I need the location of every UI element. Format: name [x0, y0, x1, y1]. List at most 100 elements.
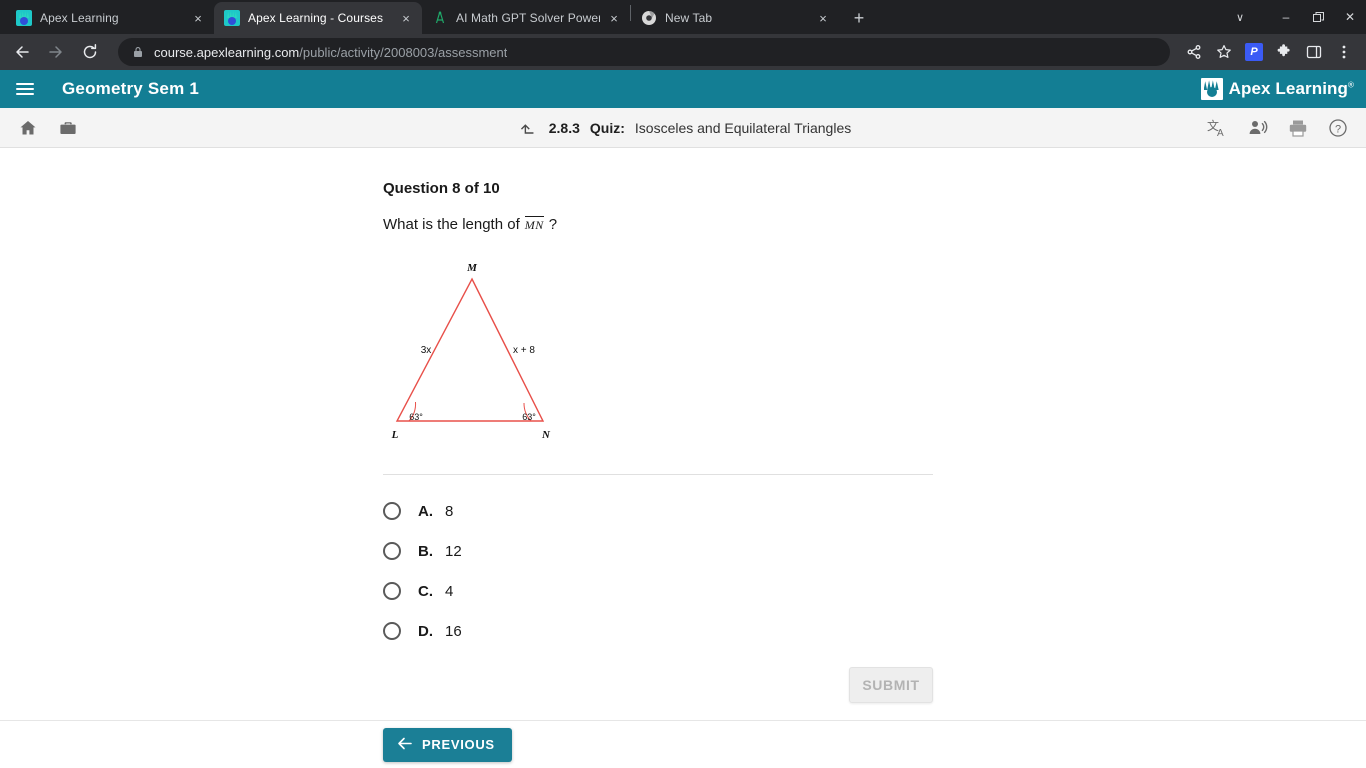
activity-breadcrumb: 2.8.3 Quiz: Isosceles and Equilateral Tr… [515, 116, 851, 140]
tab-close-icon[interactable]: × [190, 10, 206, 26]
question-prompt: What is the length of MN ? [383, 216, 933, 233]
activity-name: Isosceles and Equilateral Triangles [634, 119, 852, 136]
activity-bar-right-icons: 文A ? [1206, 116, 1350, 140]
question-container: Question 8 of 10 What is the length of M… [383, 148, 933, 703]
question-counter: Question 8 of 10 [383, 180, 500, 197]
activity-bar-left-icons [16, 116, 80, 140]
option-letter: A. [418, 502, 433, 520]
option-c[interactable]: C. 4 [383, 571, 933, 611]
assessment-nav-bar: PREVIOUS [0, 720, 1366, 768]
math-gpt-favicon [432, 10, 448, 26]
browser-tab[interactable]: AI Math GPT Solver Powered by × [422, 2, 630, 34]
option-text: 4 [445, 582, 454, 600]
apex-favicon [224, 10, 240, 26]
option-text: 8 [445, 502, 454, 520]
submit-button[interactable]: SUBMIT [849, 667, 933, 703]
address-bar[interactable]: course.apexlearning.com/public/activity/… [118, 38, 1170, 66]
bookmark-star-icon[interactable] [1210, 38, 1238, 66]
url-path: /public/activity/2008003/assessment [299, 44, 508, 60]
extension-p-badge: P [1245, 43, 1263, 61]
browser-window: Apex Learning × Apex Learning - Courses … [0, 0, 1366, 768]
minimize-icon[interactable]: – [1270, 0, 1302, 34]
activity-kind: Quiz: [589, 119, 625, 136]
translate-icon[interactable]: 文A [1206, 116, 1230, 140]
tab-title: Apex Learning - Courses [248, 11, 384, 25]
radio-button-c[interactable] [383, 582, 401, 600]
help-icon[interactable]: ? [1326, 116, 1350, 140]
share-icon[interactable] [1180, 38, 1208, 66]
segment-mn-label: MN [524, 216, 544, 232]
side-label-left: 3x [421, 345, 432, 356]
browser-toolbar: course.apexlearning.com/public/activity/… [0, 34, 1366, 70]
tab-title: New Tab [665, 11, 713, 25]
tab-strip: Apex Learning × Apex Learning - Courses … [0, 0, 1366, 34]
activity-bar: 2.8.3 Quiz: Isosceles and Equilateral Tr… [0, 108, 1366, 148]
answers-divider [383, 474, 933, 475]
window-controls: ∨ – ✕ [1224, 0, 1366, 34]
radio-button-d[interactable] [383, 622, 401, 640]
option-d[interactable]: D. 16 [383, 611, 933, 651]
lock-icon [132, 46, 144, 58]
triangle-svg: M L N 3x x + 8 63° 63° [391, 262, 551, 441]
question-prompt-text: What is the length of [383, 216, 520, 233]
tab-close-icon[interactable]: × [606, 10, 622, 26]
apex-page: Geometry Sem 1 Apex Learning® 2.8.3 Quiz… [0, 70, 1366, 768]
previous-button[interactable]: PREVIOUS [383, 727, 512, 762]
extension-p-icon[interactable]: P [1240, 38, 1268, 66]
browser-tab-active[interactable]: Apex Learning - Courses × [214, 2, 422, 34]
side-panel-icon[interactable] [1300, 38, 1328, 66]
briefcase-icon[interactable] [56, 116, 80, 140]
browser-tab[interactable]: Apex Learning × [6, 2, 214, 34]
option-text: 16 [445, 622, 462, 640]
triangle-figure: M L N 3x x + 8 63° 63° [383, 261, 583, 446]
apex-logo-text: Apex Learning® [1228, 79, 1354, 98]
svg-text:A: A [1217, 128, 1224, 139]
course-title: Geometry Sem 1 [62, 79, 199, 98]
vertex-label-l: L [391, 429, 399, 441]
tab-close-icon[interactable]: × [398, 10, 414, 26]
submit-row: SUBMIT [383, 667, 933, 703]
option-text: 12 [445, 542, 462, 560]
apex-learning-logo: Apex Learning® [1200, 78, 1354, 100]
tab-title: Apex Learning [40, 11, 119, 25]
vertex-label-m: M [466, 262, 478, 274]
tab-close-icon[interactable]: × [815, 10, 831, 26]
activity-number: 2.8.3 [548, 119, 580, 136]
option-letter: B. [418, 542, 433, 560]
apex-favicon [16, 10, 32, 26]
maximize-icon[interactable] [1302, 0, 1334, 34]
new-tab-button[interactable]: + [845, 4, 873, 32]
tab-title: AI Math GPT Solver Powered by [456, 11, 600, 25]
option-letter: D. [418, 622, 433, 640]
tab-search-chevron-down-icon[interactable]: ∨ [1224, 0, 1256, 34]
side-label-right: x + 8 [513, 345, 535, 356]
vertex-label-n: N [541, 429, 551, 441]
read-aloud-icon[interactable] [1246, 116, 1270, 140]
extensions-puzzle-icon[interactable] [1270, 38, 1298, 66]
home-icon[interactable] [16, 116, 40, 140]
option-a[interactable]: A. 8 [383, 491, 933, 531]
hamburger-menu-icon[interactable] [16, 77, 40, 101]
answer-options: A. 8 B. 12 C. 4 D. 16 [383, 491, 933, 651]
url-domain: course.apexlearning.com [154, 44, 300, 60]
close-window-icon[interactable]: ✕ [1334, 0, 1366, 34]
radio-button-a[interactable] [383, 502, 401, 520]
back-arrow-icon[interactable] [8, 38, 36, 66]
browser-tab[interactable]: New Tab × [631, 2, 839, 34]
arrow-left-icon [396, 735, 413, 755]
assessment-content: Question 8 of 10 What is the length of M… [0, 148, 1366, 767]
course-header: Geometry Sem 1 Apex Learning® [0, 70, 1366, 108]
turn-in-icon[interactable] [515, 116, 539, 140]
previous-button-label: PREVIOUS [422, 737, 495, 752]
address-bar-url: course.apexlearning.com/public/activity/… [154, 45, 507, 60]
apex-logo-mark-icon [1200, 78, 1223, 100]
reload-icon[interactable] [76, 38, 104, 66]
angle-label-right: 63° [522, 412, 536, 422]
angle-label-left: 63° [409, 412, 423, 422]
print-icon[interactable] [1286, 116, 1310, 140]
option-b[interactable]: B. 12 [383, 531, 933, 571]
chrome-favicon [641, 10, 657, 26]
radio-button-b[interactable] [383, 542, 401, 560]
chrome-menu-icon[interactable] [1330, 38, 1358, 66]
forward-arrow-icon [42, 38, 70, 66]
